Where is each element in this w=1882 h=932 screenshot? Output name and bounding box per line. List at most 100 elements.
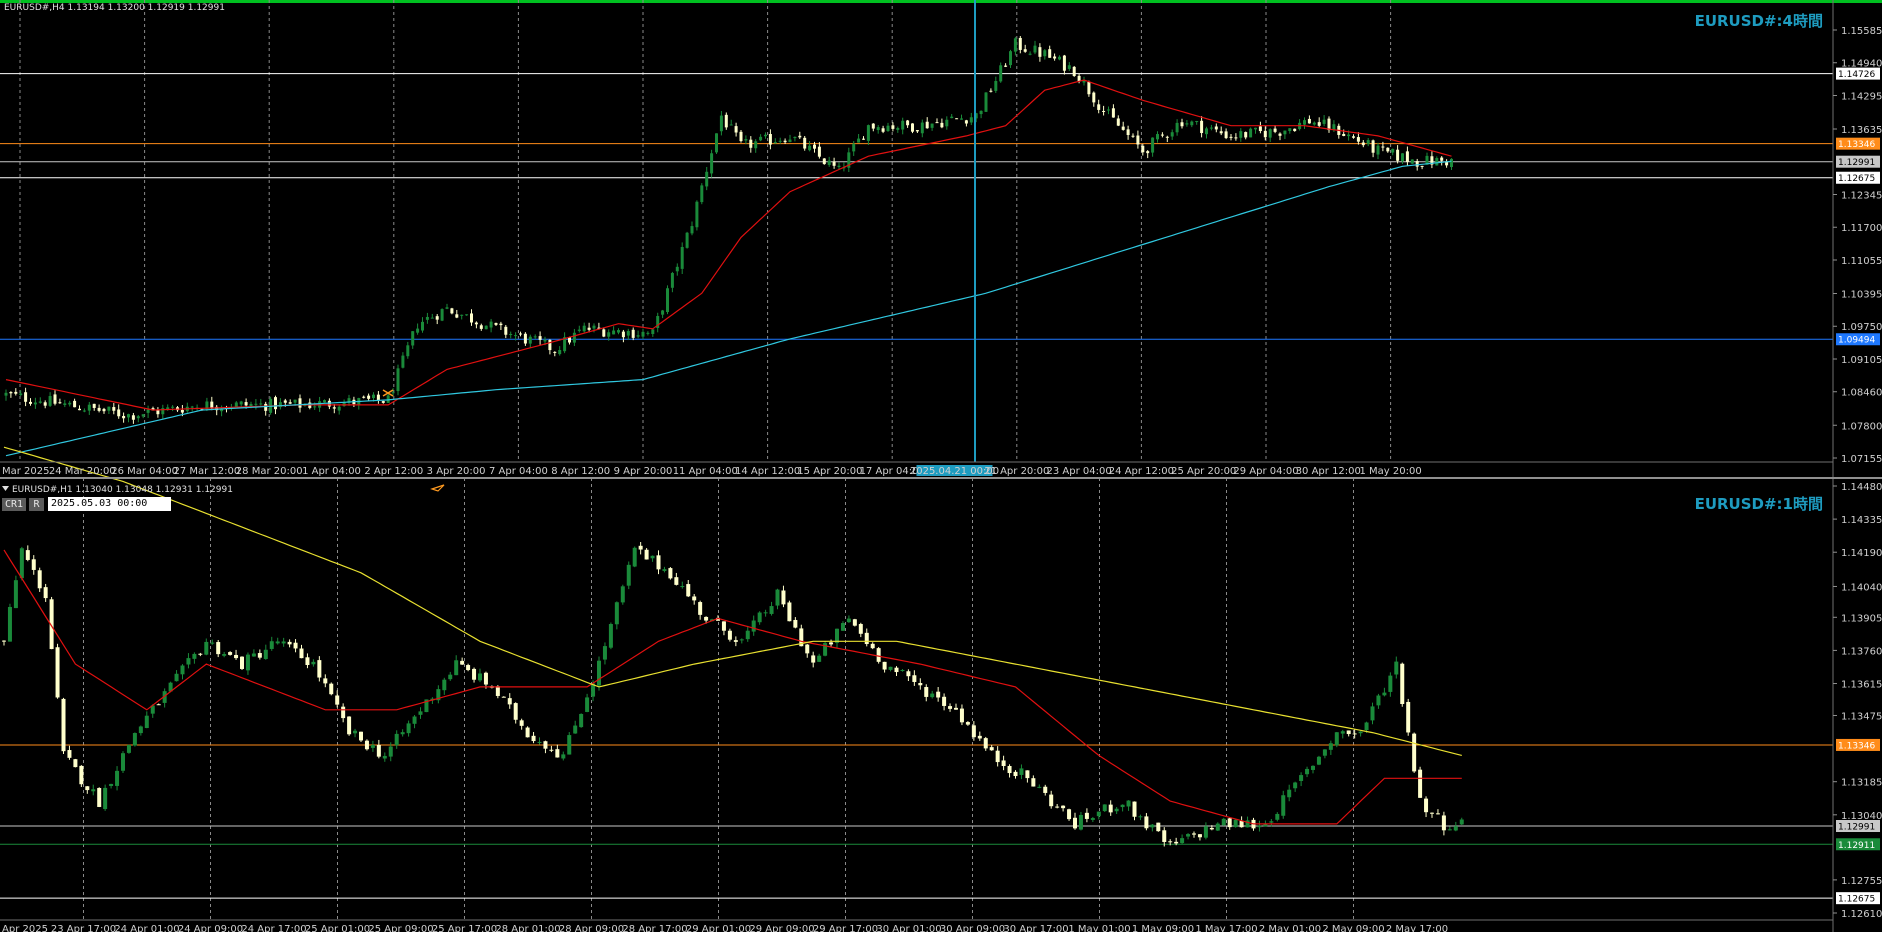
candle-body [394, 733, 399, 746]
candle-body [942, 696, 947, 706]
candle-body [862, 138, 865, 140]
candle-body [832, 161, 836, 166]
x-tick-label: 3 Apr 20:00 [427, 466, 486, 477]
candle-body [1013, 38, 1017, 52]
candle-body [674, 577, 679, 585]
candle-body [692, 596, 697, 601]
candle-body [857, 138, 861, 143]
candle-body [721, 621, 726, 631]
candle-body [1067, 65, 1071, 69]
x-tick-label: 2 May 17:00 [1386, 924, 1448, 932]
candle-body [675, 266, 679, 272]
candle-body [1186, 834, 1191, 837]
candle-body [412, 716, 417, 724]
candle-body [754, 141, 758, 149]
candle-body [499, 323, 503, 326]
candle-body [592, 325, 596, 329]
candle-body [549, 749, 554, 751]
candle-body [915, 130, 919, 132]
chart-svg: 1.155851.149401.142951.136351.123451.117… [0, 0, 1882, 932]
candle-body [78, 408, 81, 411]
candle-body [288, 402, 292, 404]
candle-body [376, 744, 381, 757]
candle-body [1185, 123, 1189, 125]
candle-body [548, 339, 552, 351]
candle-body [626, 564, 631, 586]
price-tag-label: 1.14726 [1838, 70, 1875, 80]
candle-body [507, 698, 512, 705]
candle-body [1394, 661, 1399, 675]
candle-body [597, 660, 601, 686]
candle-body [1283, 130, 1287, 135]
candle-body [1328, 743, 1333, 750]
candle-body [1001, 760, 1006, 767]
y-tick-label: 1.12345 [1841, 190, 1882, 201]
candle-body [553, 351, 557, 353]
price-tag-label: 1.12991 [1838, 158, 1875, 168]
candle-body [1023, 49, 1027, 52]
y-tick-label: 1.11055 [1841, 256, 1882, 267]
candle-body [329, 683, 334, 695]
y-tick-label: 1.09750 [1841, 322, 1882, 333]
candle-body [1160, 134, 1164, 136]
candle-body [43, 587, 48, 599]
candle-body [382, 755, 387, 759]
candle-body [646, 332, 650, 334]
candle-body [882, 661, 887, 670]
candle-body [144, 715, 149, 729]
candle-body [1067, 809, 1072, 820]
candle-body [1116, 118, 1120, 126]
candle-body [406, 723, 411, 734]
candle-body [829, 642, 834, 645]
x-tick-label: 28 Apr 01:00 [495, 924, 560, 932]
candle-body [1073, 817, 1077, 829]
candle-body [58, 402, 62, 404]
candle-body [733, 640, 738, 642]
r-button[interactable]: R [29, 498, 44, 511]
candle-body [466, 665, 471, 671]
cr1-button[interactable]: CR1 [2, 498, 26, 511]
candle-body [1239, 820, 1244, 828]
candle-body [1205, 128, 1208, 135]
candle-body [577, 329, 581, 331]
candle-body [1170, 132, 1174, 137]
x-tick-label: 21 Apr 20:00 [984, 466, 1049, 477]
candle-body [14, 391, 18, 394]
candle-body [538, 336, 542, 340]
candle-body [1229, 136, 1233, 138]
y-tick-label: 1.15585 [1841, 26, 1882, 37]
candle-body [1102, 804, 1107, 812]
price-tag-label: 1.12911 [1838, 841, 1875, 851]
candle-body [9, 392, 13, 394]
candle-body [472, 668, 477, 680]
candle-body [1144, 816, 1149, 829]
candle-body [1257, 825, 1262, 828]
candle-body [1009, 51, 1012, 66]
candle-body [1175, 122, 1179, 133]
candle-body [97, 407, 101, 411]
candle-body [489, 321, 493, 328]
candle-body [388, 746, 393, 757]
candle-body [1269, 821, 1274, 823]
candle-body [1061, 805, 1066, 809]
x-tick-label: 1 May 20:00 [1359, 466, 1421, 477]
x-tick-label: 28 Mar 20:00 [236, 466, 303, 477]
candle-body [1033, 45, 1037, 53]
candle-body [573, 725, 578, 734]
candle-body [274, 397, 277, 410]
candle-body [494, 322, 498, 325]
candle-body [989, 90, 993, 92]
candle-body [695, 201, 699, 228]
candle-body [1004, 65, 1008, 67]
date-input[interactable]: 2025.05.03 00:00 [48, 497, 171, 511]
candle-body [1307, 118, 1311, 124]
candle-body [411, 331, 415, 346]
candle-body [1102, 110, 1106, 112]
candle-body [1391, 148, 1395, 153]
candle-body [478, 673, 482, 681]
candle-body [959, 708, 964, 723]
x-tick-label: 30 Apr 17:00 [1003, 924, 1068, 932]
candle-body [381, 401, 385, 403]
candle-body [359, 731, 363, 741]
candle-body [745, 630, 750, 640]
